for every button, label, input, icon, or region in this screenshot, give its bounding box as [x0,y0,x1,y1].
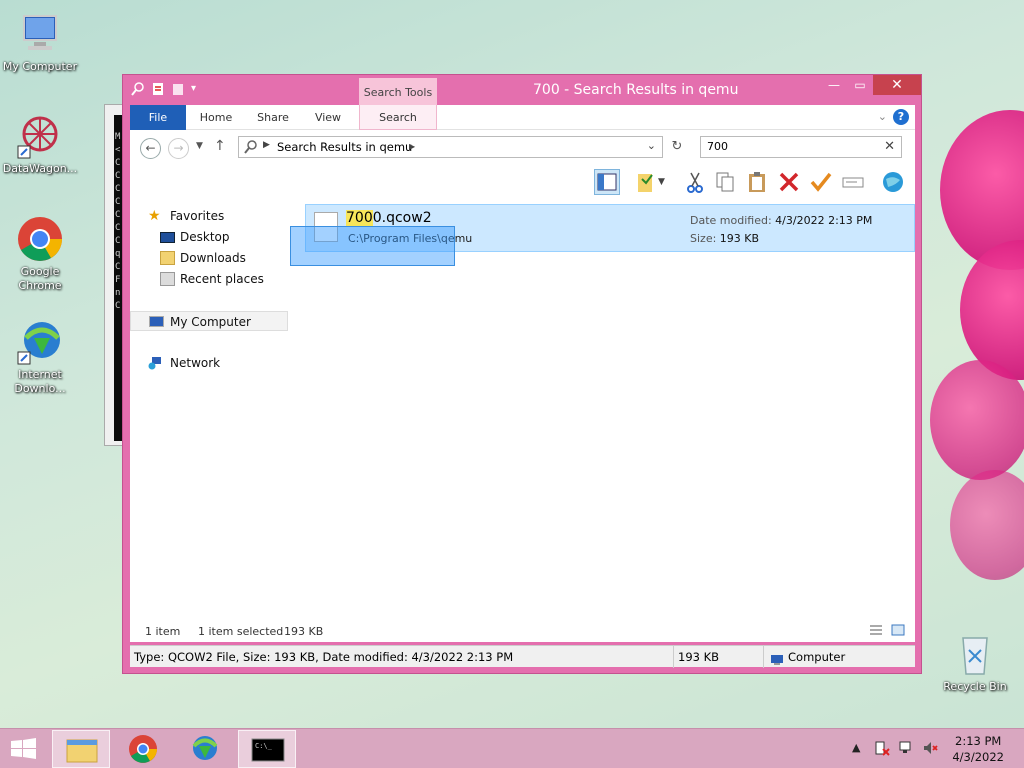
recycle-bin-icon [951,630,999,678]
tab-file[interactable]: File [130,105,186,130]
recent-places-icon [160,272,175,286]
search-input[interactable] [707,140,877,153]
desktop-icon-recycle-bin[interactable]: Recycle Bin [935,630,1015,694]
chevron-right-icon[interactable]: ▶ [409,142,415,151]
computer-icon [149,316,164,327]
nav-desktop[interactable]: Desktop [130,227,288,247]
taskbar-file-explorer[interactable] [52,730,110,768]
tab-share[interactable]: Share [248,105,298,130]
ribbon: File Home Share View Search ⌄ ? [130,105,915,130]
selected-size: 193 KB [284,625,324,638]
checkmark-icon[interactable] [808,169,834,195]
details-view-icon[interactable] [868,623,884,640]
chevron-right-icon[interactable]: ▶ [263,140,270,150]
internet-download-manager-icon [16,318,64,366]
computer-icon [770,651,784,673]
minimize-button[interactable]: — [821,75,847,95]
nav-network[interactable]: Network [130,353,288,373]
status-bar: Type: QCOW2 File, Size: 193 KB, Date mod… [130,645,915,668]
item-info-bar: 1 item 1 item selected 193 KB [130,622,915,642]
taskbar-internet-download-manager[interactable] [176,730,234,768]
status-size: 193 KB [674,646,764,668]
downloads-folder-icon [160,251,175,265]
close-button[interactable]: ✕ [873,75,921,95]
clock-date: 4/3/2022 [952,750,1004,764]
delete-icon[interactable] [776,169,802,195]
properties-icon[interactable] [151,81,165,97]
show-hidden-icons[interactable]: ▲ [852,741,860,754]
maximize-button[interactable]: ▭ [847,75,873,95]
command-toolbar: ▼ [130,166,915,198]
ribbon-expand-icon[interactable]: ⌄ [878,110,887,123]
search-box[interactable]: ✕ [700,136,902,158]
properties-icon[interactable] [634,169,660,195]
desktop-icon-my-computer[interactable]: My Computer [0,10,80,74]
chevron-down-icon[interactable]: ▾ [191,81,205,97]
nav-recent-places[interactable]: Recent places [130,269,288,289]
address-bar[interactable]: ▶ Search Results in qemu ▶ ⌄ [238,136,663,158]
taskbar-command-prompt[interactable]: C:\_ [238,730,296,768]
preview-pane-button[interactable] [594,169,620,195]
nav-favorites[interactable]: ★ Favorites [130,206,288,226]
copy-icon[interactable] [712,169,738,195]
network-icon [148,356,163,370]
large-icons-view-icon[interactable] [890,623,906,640]
svg-text:C:\_: C:\_ [255,742,273,750]
chevron-down-icon[interactable]: ⌄ [647,139,656,152]
star-icon: ★ [148,208,161,224]
paste-icon[interactable] [744,169,770,195]
address-path[interactable]: Search Results in qemu [277,140,412,154]
search-tools-context: Search Tools [359,78,437,105]
file-size: Size: 193 KB [690,232,760,245]
clear-search-icon[interactable]: ✕ [884,139,895,154]
drag-selection-rectangle [290,226,455,266]
date-modified: Date modified: 4/3/2022 2:13 PM [690,214,873,227]
chrome-icon [16,215,64,263]
chevron-down-icon[interactable]: ▼ [658,169,670,195]
globe-icon[interactable] [880,169,906,195]
refresh-button[interactable]: ↻ [666,136,688,158]
taskbar-chrome[interactable] [114,730,172,768]
item-count: 1 item [145,625,181,638]
explorer-window[interactable]: ▾ Search Tools 700 - Search Results in q… [122,74,922,674]
new-folder-icon[interactable] [171,81,185,97]
title-bar[interactable]: ▾ Search Tools 700 - Search Results in q… [123,75,921,105]
tab-search[interactable]: Search [359,105,437,130]
content-area: ★ Favorites Desktop Downloads Recent pla… [130,198,915,642]
up-button[interactable]: ↑ [214,138,226,154]
navigation-pane: ★ Favorites Desktop Downloads Recent pla… [130,198,290,642]
clock-time: 2:13 PM [955,734,1002,748]
navigation-bar: ← → ▼ ↑ ▶ Search Results in qemu ▶ ⌄ ↻ ✕ [130,130,915,166]
file-name[interactable]: 7000.qcow2 [346,210,432,226]
desktop-icon-idm[interactable]: Internet Downlo... [0,318,80,396]
start-button[interactable] [0,730,48,768]
taskbar: C:\_ ▲ 2:13 PM 4/3/2022 [0,728,1024,768]
magnifier-icon[interactable] [131,81,145,97]
desktop-icon [160,232,175,243]
volume-muted-icon[interactable] [922,740,938,759]
nav-my-computer[interactable]: My Computer [130,311,288,331]
status-location: Computer [764,646,915,668]
network-icon[interactable] [898,740,914,759]
desktop-icon-chrome[interactable]: Google Chrome [0,215,80,293]
quick-access-toolbar: ▾ [131,81,205,97]
tab-view[interactable]: View [306,105,350,130]
rename-icon[interactable] [840,169,866,195]
back-button[interactable]: ← [140,138,161,159]
forward-button[interactable]: → [168,138,189,159]
nav-downloads[interactable]: Downloads [130,248,288,268]
status-details: Type: QCOW2 File, Size: 193 KB, Date mod… [130,646,674,668]
datawagon-icon [16,112,64,160]
selected-count: 1 item selected [198,625,284,638]
cut-icon[interactable] [682,169,708,195]
recent-locations-icon[interactable]: ▼ [196,141,203,151]
action-center-icon[interactable] [874,740,890,759]
desktop-icon-datawagon[interactable]: DataWagon... [0,112,80,176]
search-icon [244,139,258,158]
computer-icon [16,10,64,58]
help-icon[interactable]: ? [893,109,909,125]
tab-home[interactable]: Home [192,105,240,130]
window-title: 700 - Search Results in qemu [533,82,739,98]
system-clock[interactable]: 2:13 PM 4/3/2022 [952,733,1004,765]
